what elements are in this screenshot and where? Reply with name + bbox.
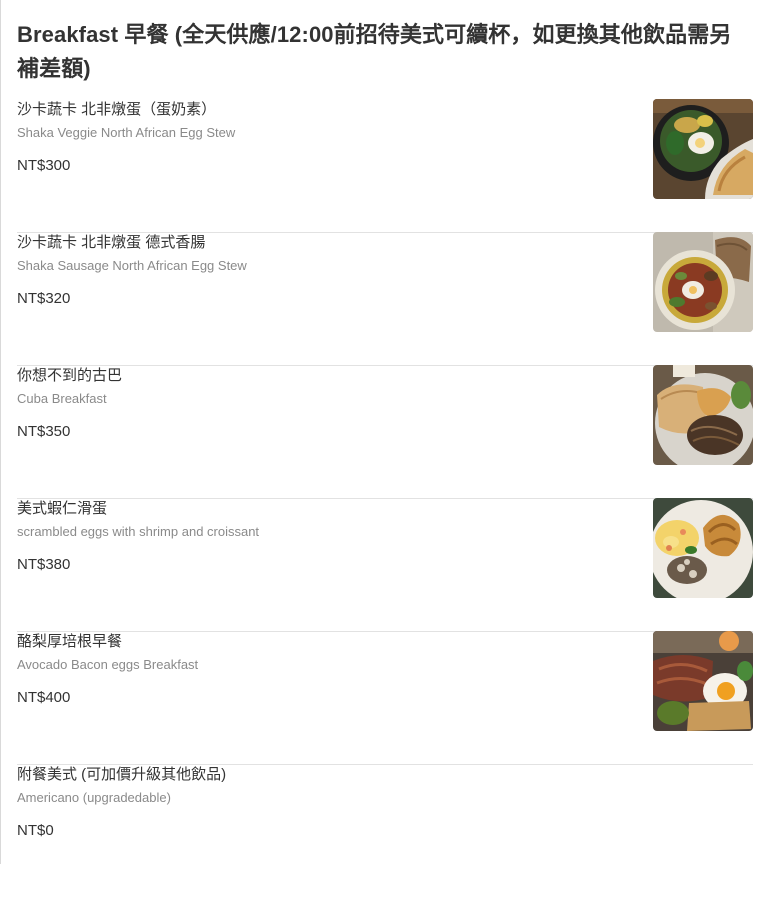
item-description: Shaka Veggie North African Egg Stew [17,125,236,140]
item-description: scrambled eggs with shrimp and croissant [17,524,260,539]
breakfast-section: Breakfast 早餐 (全天供應/12:00前招待美式可續杯，如更換其他飲品… [17,18,753,897]
item-description: Cuba Breakfast [17,391,107,406]
item-price: NT$320 [17,290,71,307]
food-photo-image [653,498,753,598]
item-description: Shaka Sausage North African Egg Stew [17,258,247,273]
veggie-egg-stew-photo[interactable] [653,99,753,199]
item-description: Avocado Bacon eggs Breakfast [17,657,199,672]
avocado-bacon-eggs-photo[interactable] [653,631,753,731]
item-text: 你想不到的古巴 Cuba Breakfast NT$350 [17,366,617,442]
item-text: 附餐美式 (可加價升級其他飲品) Americano (upgradedable… [17,765,617,841]
item-name: 你想不到的古巴 [17,367,123,384]
food-photo-image [653,631,753,731]
menu-list: 沙卡蔬卡 北非燉蛋（蛋奶素） Shaka Veggie North Africa… [17,99,753,897]
item-text: 沙卡蔬卡 北非燉蛋 德式香腸 Shaka Sausage North Afric… [17,233,617,309]
item-name: 酪梨厚培根早餐 [17,633,123,650]
menu-item[interactable]: 酪梨厚培根早餐 Avocado Bacon eggs Breakfast NT$… [17,631,753,765]
food-photo-image [653,99,753,199]
item-price: NT$380 [17,556,71,573]
item-name: 沙卡蔬卡 北非燉蛋（蛋奶素） [17,101,217,118]
menu-item[interactable]: 沙卡蔬卡 北非燉蛋（蛋奶素） Shaka Veggie North Africa… [17,99,753,233]
menu-item[interactable]: 你想不到的古巴 Cuba Breakfast NT$350 [17,365,753,499]
item-description: Americano (upgradedable) [17,790,171,805]
sausage-egg-stew-photo[interactable] [653,232,753,332]
item-price: NT$400 [17,689,71,706]
food-photo-image [653,232,753,332]
shrimp-eggs-croissant-photo[interactable] [653,498,753,598]
item-text: 美式蝦仁滑蛋 scrambled eggs with shrimp and cr… [17,499,617,575]
item-name: 附餐美式 (可加價升級其他飲品) [17,766,227,783]
item-name: 美式蝦仁滑蛋 [17,500,108,517]
item-price: NT$300 [17,157,71,174]
item-price: NT$350 [17,423,71,440]
item-name: 沙卡蔬卡 北非燉蛋 德式香腸 [17,234,206,251]
section-title: Breakfast 早餐 (全天供應/12:00前招待美式可續杯，如更換其他飲品… [17,22,732,81]
food-photo-image [653,365,753,465]
item-text: 沙卡蔬卡 北非燉蛋（蛋奶素） Shaka Veggie North Africa… [17,100,617,176]
menu-item[interactable]: 美式蝦仁滑蛋 scrambled eggs with shrimp and cr… [17,498,753,632]
cuba-breakfast-photo[interactable] [653,365,753,465]
menu-item[interactable]: 附餐美式 (可加價升級其他飲品) Americano (upgradedable… [17,765,753,897]
menu-item[interactable]: 沙卡蔬卡 北非燉蛋 德式香腸 Shaka Sausage North Afric… [17,232,753,366]
item-text: 酪梨厚培根早餐 Avocado Bacon eggs Breakfast NT$… [17,632,617,708]
page-left-border [0,0,1,864]
item-price: NT$0 [17,822,54,839]
